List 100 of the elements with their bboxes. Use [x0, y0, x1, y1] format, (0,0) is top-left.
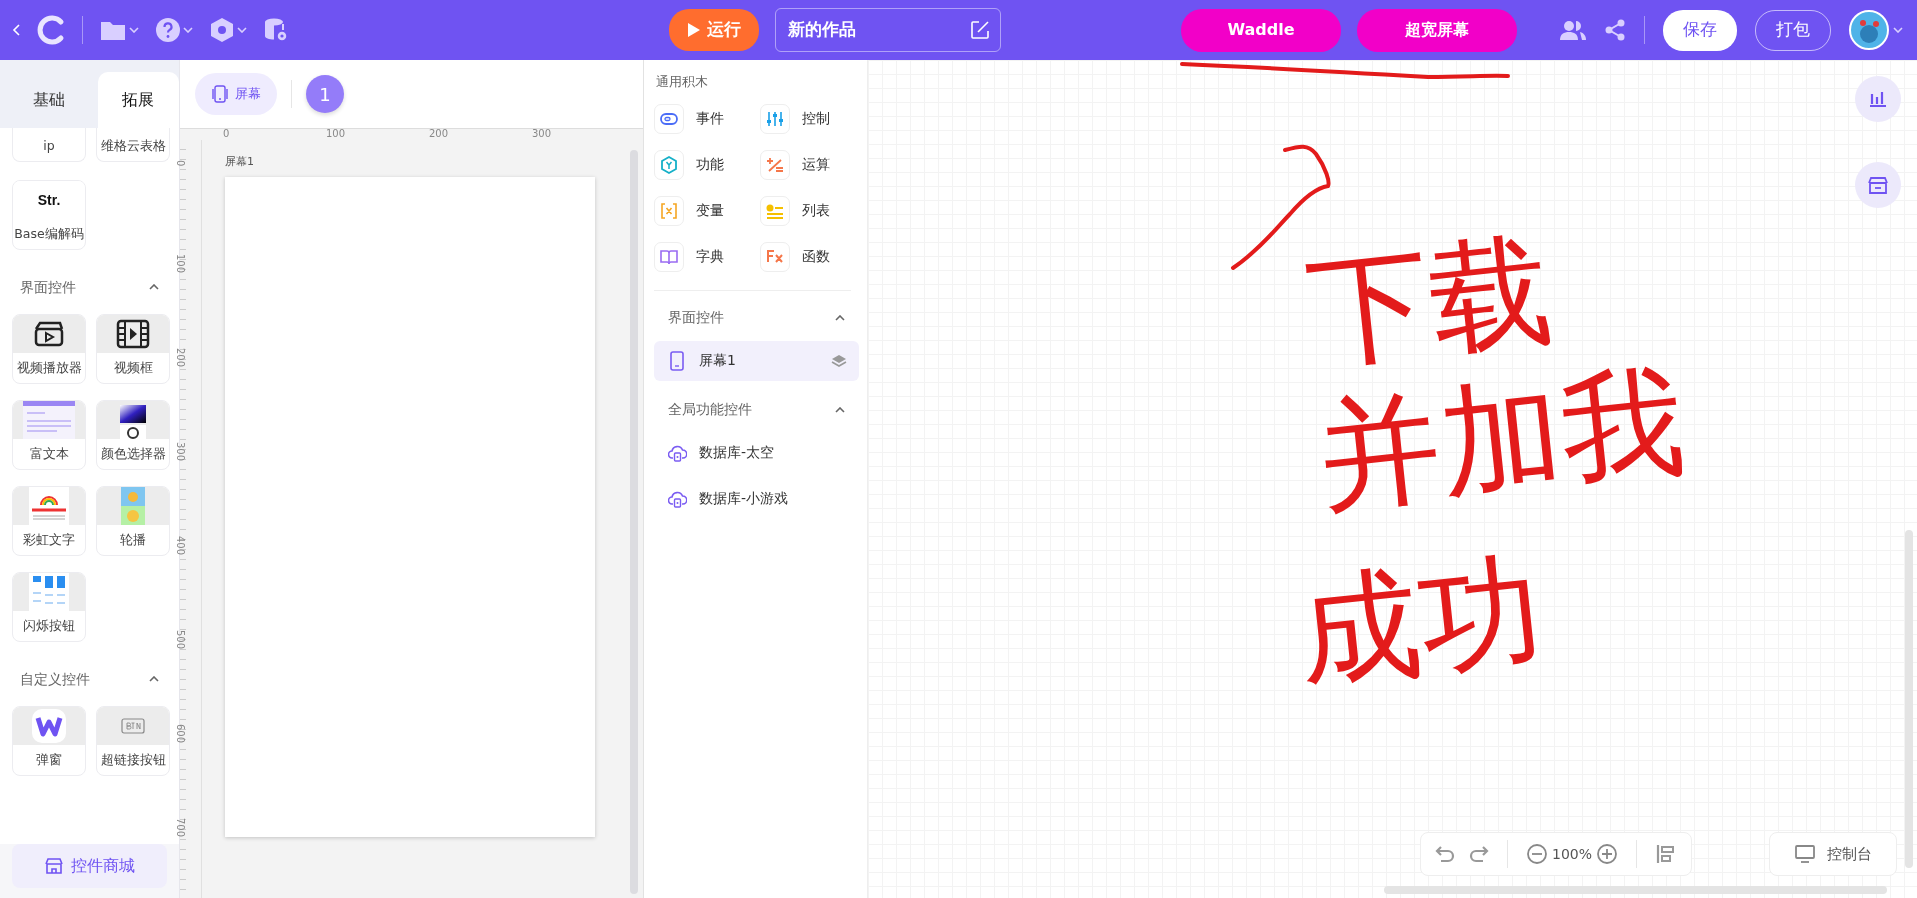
share-icon[interactable] [1604, 19, 1626, 41]
component-item[interactable]: 数据库-小游戏 [654, 478, 859, 519]
hexagon-gear-icon [209, 17, 235, 43]
block-category[interactable]: 函数 [760, 241, 860, 272]
btn-tag-icon [121, 718, 145, 734]
console-button[interactable]: 控制台 [1769, 832, 1897, 876]
widget-card[interactable]: 彩虹文字 [12, 486, 86, 556]
section-title: 自定义控件 [20, 669, 90, 689]
avatar-icon [1849, 10, 1889, 50]
undo-button[interactable] [1434, 843, 1457, 865]
widget-card[interactable]: 富文本 [12, 400, 86, 470]
widget-card[interactable]: ip [12, 128, 86, 162]
zoom-out-icon [1525, 843, 1548, 865]
zoom-in-icon [1596, 843, 1618, 865]
scrollbar[interactable] [1384, 886, 1887, 894]
widget-card[interactable]: 弹窗 [12, 706, 86, 776]
monitor-icon [1794, 845, 1815, 863]
widget-card[interactable]: 视频框 [96, 314, 170, 384]
component-item[interactable]: 屏幕1 [654, 340, 859, 381]
zoom-out-button[interactable] [1525, 843, 1548, 865]
handwritten-note: 下载 [1302, 227, 1558, 375]
ruler-label: 100 [326, 129, 347, 140]
align-left-icon [1655, 843, 1677, 865]
block-category[interactable]: 字典 [654, 241, 760, 272]
database-icon[interactable] [263, 17, 289, 43]
widget-card[interactable]: 轮播 [96, 486, 170, 556]
avatar-menu[interactable] [1849, 10, 1903, 50]
title-field[interactable]: 新的作品 [775, 8, 1001, 52]
widget-card[interactable]: 闪烁按钮 [12, 572, 86, 642]
caret-down-icon [129, 27, 139, 33]
section-header[interactable]: 界面控件 [12, 260, 167, 314]
section-header[interactable]: 自定义控件 [12, 652, 167, 706]
logo-icon [36, 15, 66, 45]
play-icon [687, 22, 701, 38]
carousel-thumbnail-icon [121, 487, 145, 525]
widget-card[interactable]: 维格云表格 [96, 128, 170, 162]
component-item[interactable]: 数据库-太空 [654, 432, 859, 473]
block-category[interactable]: 运算 [760, 149, 860, 180]
ruler-label: 200 [174, 348, 187, 368]
hexagon-y-icon [659, 154, 679, 175]
edit-icon [970, 20, 990, 40]
package-button[interactable]: 打包 [1755, 9, 1831, 51]
ruler-label: 0 [174, 160, 187, 167]
bracket-x-icon [659, 200, 679, 221]
zoom-in-button[interactable] [1596, 843, 1618, 865]
store-button[interactable] [1855, 162, 1901, 208]
block-category[interactable]: 列表 [760, 195, 860, 226]
widget-card[interactable]: Str. Base编解码 [12, 180, 86, 250]
phone-icon [668, 350, 687, 371]
hexagon-gear-menu[interactable] [209, 17, 247, 43]
ruler-label: 400 [174, 536, 187, 556]
ruler-label: 100 [174, 254, 187, 274]
ruler-label: 600 [174, 724, 187, 744]
ruler-label: 700 [174, 818, 187, 838]
button-grid-thumbnail-icon [29, 573, 69, 611]
section-header[interactable]: 界面控件 [654, 294, 859, 341]
w-logo-icon [32, 709, 66, 743]
ruler-label: 0 [223, 129, 231, 140]
text-editor-thumbnail-icon [23, 401, 75, 439]
phone-frame-icon [211, 85, 229, 103]
panel-title: 通用积木 [656, 73, 709, 91]
block-category[interactable]: 事件 [654, 103, 760, 134]
widget-card[interactable]: 颜色选择器 [96, 400, 170, 470]
block-category[interactable]: 控制 [760, 103, 860, 134]
str-logo: Str. [37, 190, 61, 210]
screen-label: 屏幕1 [225, 154, 255, 170]
statistics-button[interactable] [1855, 76, 1901, 122]
theme-button[interactable]: 超宽屏幕 [1357, 8, 1517, 52]
ruler-label: 300 [174, 442, 187, 462]
section-header[interactable]: 全局功能控件 [654, 386, 859, 433]
section-title: 界面控件 [20, 277, 76, 297]
panel-tab[interactable]: 基础 [8, 72, 90, 128]
help-icon [155, 17, 181, 43]
ruler-label: 200 [429, 129, 450, 140]
people-icon[interactable] [1560, 19, 1586, 41]
block-category[interactable]: 功能 [654, 149, 760, 180]
save-button[interactable]: 保存 [1663, 9, 1737, 51]
theme-button[interactable]: Waddle [1181, 8, 1341, 52]
block-category[interactable]: 变量 [654, 195, 760, 226]
align-left-button[interactable] [1655, 843, 1677, 865]
clapperboard-icon [34, 321, 64, 347]
scrollbar[interactable] [1905, 530, 1913, 868]
zoom-level: 100% [1551, 844, 1592, 864]
store-icon [1868, 176, 1888, 194]
caret-down-icon [237, 27, 247, 33]
screen-button[interactable]: 屏幕 [195, 73, 277, 115]
widget-card[interactable]: 视频播放器 [12, 314, 86, 384]
film-strip-icon [116, 319, 150, 349]
undo-icon [1434, 843, 1457, 865]
panel-tab[interactable]: 拓展 [97, 72, 179, 128]
rainbow-thumbnail-icon [29, 487, 69, 525]
help-menu[interactable] [155, 17, 193, 43]
back-chevron-icon[interactable] [12, 24, 20, 36]
ruler-label: 500 [174, 630, 187, 650]
widget-store-button[interactable]: 控件商城 [12, 844, 167, 888]
section-title: 全局功能控件 [668, 400, 752, 419]
caret-down-icon [1893, 27, 1903, 33]
widget-card[interactable]: 超链接按钮 [96, 706, 170, 776]
store-icon [44, 857, 63, 875]
handwritten-note: 成功 [1292, 547, 1548, 695]
